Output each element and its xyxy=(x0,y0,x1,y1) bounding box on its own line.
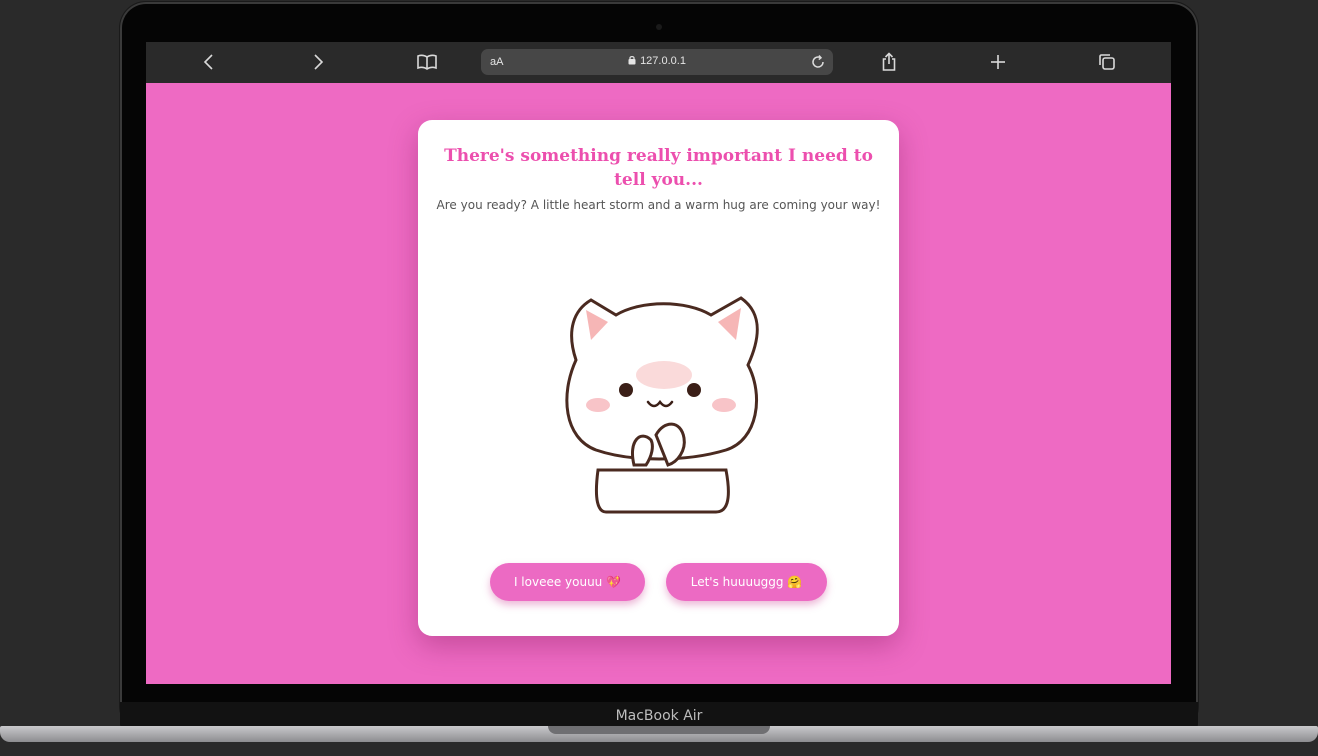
browser-screen: aA 127.0.0.1 There's something really im… xyxy=(146,42,1171,684)
browser-toolbar: aA 127.0.0.1 xyxy=(146,42,1171,83)
message-card: There's something really important I nee… xyxy=(418,120,899,636)
love-button[interactable]: I loveee youuu 💖 xyxy=(490,563,645,601)
url-display: 127.0.0.1 xyxy=(481,55,833,67)
laptop-base xyxy=(0,712,1318,756)
tab-overview-button[interactable] xyxy=(1095,50,1119,74)
page-subtitle: Are you ready? A little heart storm and … xyxy=(436,198,881,212)
chevron-left-icon xyxy=(203,54,213,70)
reload-icon xyxy=(812,55,824,68)
forward-button[interactable] xyxy=(306,50,330,74)
url-text: 127.0.0.1 xyxy=(640,55,686,67)
desktop-scene: MacBook Air aA 127.0.0.1 There's somethi… xyxy=(0,0,1318,756)
cat-illustration xyxy=(565,296,759,514)
reload-button[interactable] xyxy=(809,53,827,71)
camera-icon xyxy=(656,24,662,30)
share-button[interactable] xyxy=(877,50,901,74)
new-tab-button[interactable] xyxy=(986,50,1010,74)
laptop-base-notch xyxy=(548,726,770,734)
share-icon xyxy=(882,52,896,71)
lock-icon xyxy=(628,56,636,65)
page-title: There's something really important I nee… xyxy=(444,146,873,190)
hug-button[interactable]: Let's huuuuggg 🤗 xyxy=(666,563,827,601)
chevron-right-icon xyxy=(314,54,324,70)
reading-list-button[interactable] xyxy=(415,50,439,74)
book-icon xyxy=(417,54,437,70)
address-bar[interactable]: aA 127.0.0.1 xyxy=(481,49,833,75)
plus-icon xyxy=(991,55,1005,69)
back-button[interactable] xyxy=(197,50,221,74)
tabs-icon xyxy=(1099,54,1115,70)
